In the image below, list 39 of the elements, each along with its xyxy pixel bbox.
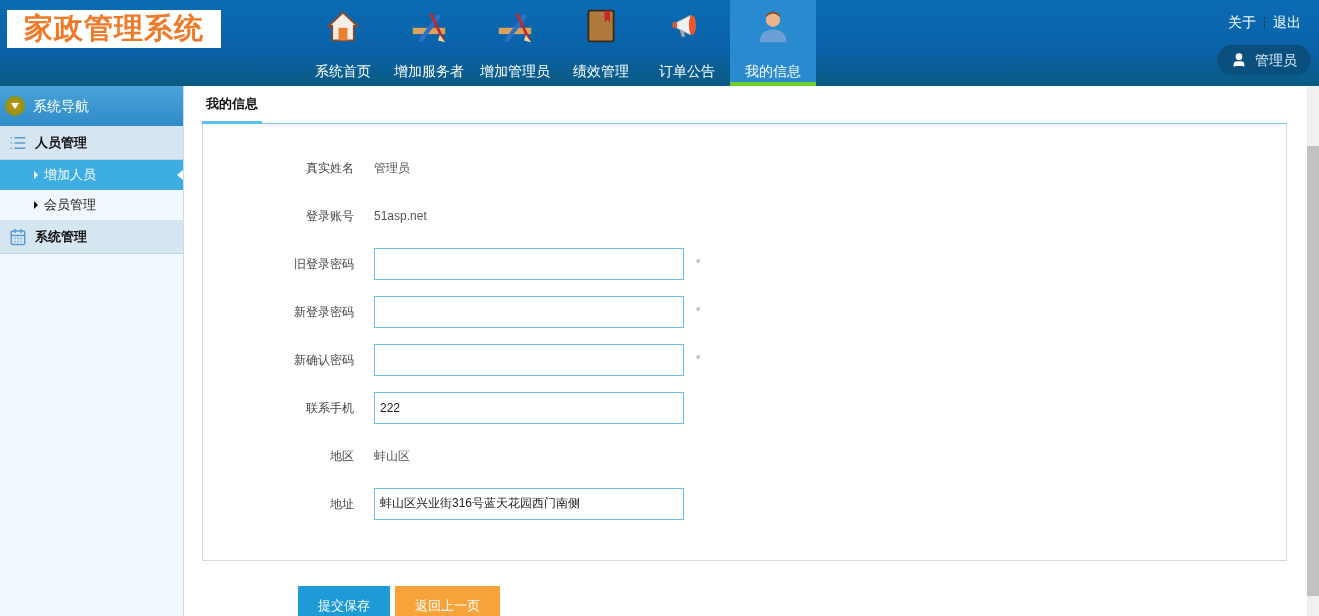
input-field[interactable]: 蚌山区兴业街316号蓝天花园西门南侧: [374, 487, 684, 520]
nav-tab[interactable]: 增加服务者: [386, 0, 472, 86]
page-tab[interactable]: 我的信息: [202, 94, 262, 124]
dropdown-icon: [5, 96, 25, 116]
nav-tab[interactable]: 增加管理员: [472, 0, 558, 86]
menu-group[interactable]: 系统管理: [0, 220, 183, 254]
field-label: 地区: [329, 447, 354, 465]
field-value: 51asp.net: [374, 207, 427, 225]
field-label: 旧登录密码: [293, 255, 354, 273]
logout-link[interactable]: 退出: [1273, 12, 1301, 33]
field-label: 地址: [329, 495, 354, 513]
field-label: 真实姓名: [305, 159, 354, 177]
required-mark: *: [696, 256, 701, 272]
calendar-icon: [9, 227, 27, 246]
nav-tab[interactable]: 系统首页: [300, 0, 386, 86]
nav-tab[interactable]: 绩效管理: [558, 0, 644, 86]
field-label: 新确认密码: [293, 351, 354, 369]
menu-group[interactable]: 人员管理: [0, 126, 183, 160]
user-badge[interactable]: 管理员: [1217, 45, 1311, 75]
field-label: 登录账号: [305, 207, 354, 225]
input-field[interactable]: 222: [374, 391, 684, 424]
input-field[interactable]: [374, 295, 684, 328]
caret-icon: [34, 201, 38, 209]
user-icon: [1231, 52, 1247, 68]
required-mark: *: [696, 304, 701, 320]
nav-tab[interactable]: 我的信息: [730, 0, 816, 86]
caret-icon: [34, 171, 38, 179]
required-mark: *: [696, 352, 701, 368]
field-label: 新登录密码: [293, 303, 354, 321]
input-field[interactable]: [374, 343, 684, 376]
about-link[interactable]: 关于: [1228, 12, 1256, 33]
nav-tab[interactable]: 订单公告: [644, 0, 730, 86]
menu-item[interactable]: 会员管理: [0, 190, 183, 220]
field-value: 管理员: [374, 159, 410, 177]
sidebar-title: 系统导航: [33, 96, 89, 116]
logo: 家政管理系统: [7, 10, 221, 48]
field-label: 联系手机: [305, 399, 354, 417]
input-field[interactable]: [374, 247, 684, 280]
field-value: 蚌山区: [374, 447, 410, 465]
